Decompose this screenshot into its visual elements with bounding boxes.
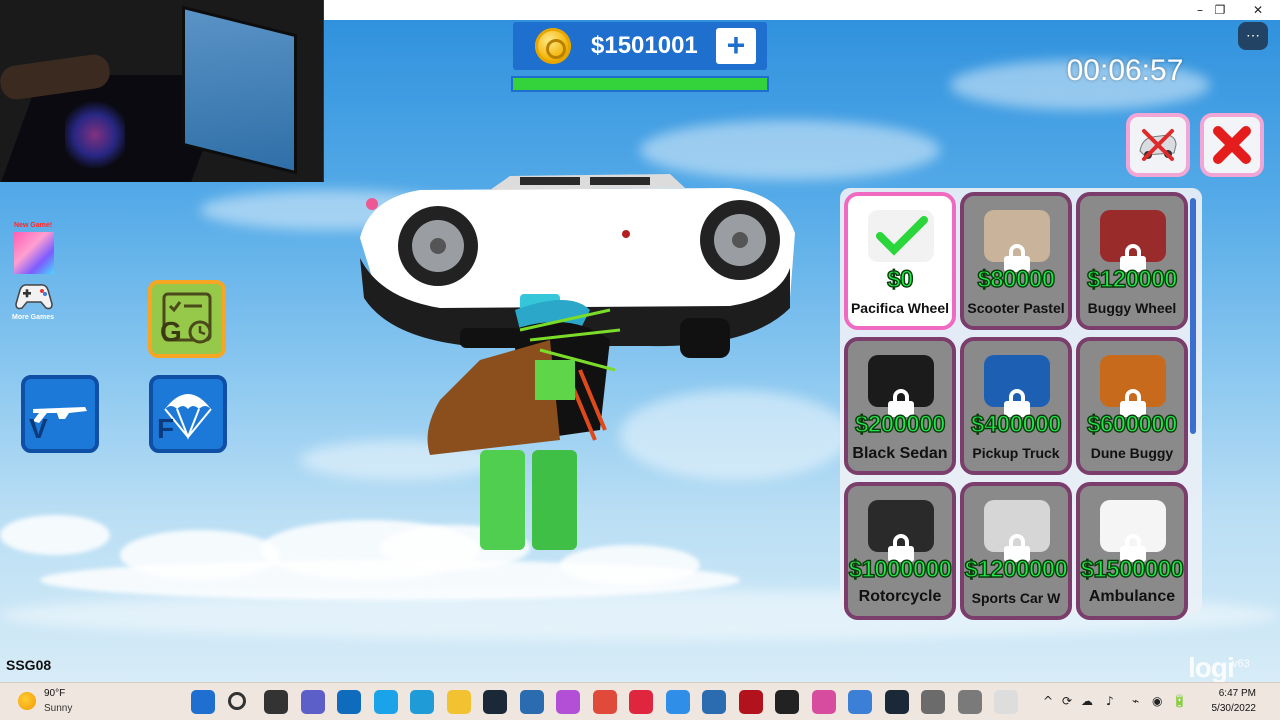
shop-item-card[interactable]: $600000 Dune Buggy [1076, 337, 1188, 475]
notepad-icon[interactable] [848, 690, 872, 714]
weather-description[interactable]: Sunny [44, 703, 72, 714]
parachute-button[interactable]: F [149, 375, 227, 453]
taskbar: 90°F Sunny ^ ⟳ ☁ ♪ ⌁ ◉ 🔋 6:47 PM 5/30/2022 [0, 682, 1280, 720]
webcam-overlay [0, 0, 324, 182]
file-explorer-icon[interactable] [447, 690, 471, 714]
item-price: $1000000 [848, 555, 952, 583]
item-price: $0 [886, 265, 914, 293]
gamepass-button[interactable]: G [148, 280, 226, 358]
clock-time[interactable]: 6:47 PM [1206, 688, 1256, 699]
shop-item-card[interactable]: $400000 Pickup Truck [960, 337, 1072, 475]
outlook-icon[interactable] [337, 690, 361, 714]
dropbox-icon[interactable] [666, 690, 690, 714]
item-price: $1200000 [964, 555, 1068, 583]
weather-temperature[interactable]: 90°F [44, 688, 65, 699]
item-price: $80000 [977, 265, 1056, 293]
shop-item-card[interactable]: $1500000 Ambulance [1076, 482, 1188, 620]
item-price: $600000 [1086, 410, 1178, 438]
task-view-icon[interactable] [264, 690, 288, 714]
shop-item-card[interactable]: $200000 Black Sedan [844, 337, 956, 475]
player-avatar [427, 294, 621, 550]
gamepad-icon[interactable] [14, 282, 54, 312]
item-name: Buggy Wheel [1087, 300, 1177, 316]
coin-icon [535, 28, 571, 64]
shop-item-card[interactable]: $0 Pacifica Wheel [844, 192, 956, 330]
chrome-icon[interactable] [593, 690, 617, 714]
shop-item-card[interactable]: $80000 Scooter Pastel [960, 192, 1072, 330]
store-icon[interactable] [520, 690, 544, 714]
progress-bar [511, 76, 769, 92]
item-price: $1500000 [1080, 555, 1184, 583]
sun-icon[interactable] [18, 692, 36, 710]
edge-icon[interactable] [410, 690, 434, 714]
check-icon [876, 216, 928, 256]
gamepass-key-label: G [160, 316, 182, 347]
tray-icon[interactable]: ⟳ [1062, 694, 1072, 708]
game-timer: 00:06:57 [1066, 54, 1184, 87]
item-name: Dune Buggy [1090, 445, 1174, 461]
close-shop-button[interactable] [1200, 113, 1264, 177]
money-panel: $1501001 + [513, 22, 767, 70]
item-name: Black Sedan [852, 445, 948, 462]
new-game-thumbnail[interactable] [14, 232, 54, 274]
clock-date[interactable]: 5/30/2022 [1196, 703, 1257, 714]
item-name: Rotorcycle [858, 588, 942, 605]
tray-icon[interactable]: 🔋 [1172, 694, 1187, 708]
parachute-key-label: F [157, 413, 175, 444]
item-price: $200000 [854, 410, 946, 438]
car-remove-icon [1139, 129, 1177, 161]
skype-icon[interactable] [374, 690, 398, 714]
chat-icon[interactable]: ⋯ [1238, 22, 1268, 50]
search-icon[interactable] [228, 692, 246, 710]
steam-icon[interactable] [483, 690, 507, 714]
shop-item-card[interactable]: $1200000 Sports Car W [960, 482, 1072, 620]
remove-car-button[interactable] [1126, 113, 1190, 177]
version-label: v63 [1232, 658, 1250, 670]
more-games-label: More Games [11, 314, 55, 321]
server-name: SSG08 [6, 657, 52, 673]
close-icon [1213, 126, 1251, 164]
window-title-bar: – ❐ ✕ [324, 0, 1280, 20]
mouse-app-icon[interactable] [958, 690, 982, 714]
app-red-icon[interactable] [739, 690, 763, 714]
item-name: Pacifica Wheel [850, 300, 950, 316]
item-name: Ambulance [1088, 588, 1176, 605]
item-price: $120000 [1086, 265, 1178, 293]
weapon-key-label: V [29, 413, 48, 444]
add-money-button[interactable]: + [716, 28, 756, 64]
app-pink-icon[interactable] [812, 690, 836, 714]
tray-icon[interactable]: ⌁ [1132, 694, 1139, 708]
tray-icon[interactable]: ^ [1043, 694, 1053, 708]
tray-icon[interactable]: ◉ [1152, 694, 1162, 708]
app-purple-icon[interactable] [556, 690, 580, 714]
tray-icon[interactable]: ☁ [1081, 694, 1093, 708]
start-icon[interactable] [191, 690, 215, 714]
close-window-button[interactable]: ✕ [1238, 0, 1278, 20]
clock-app-icon[interactable] [921, 690, 945, 714]
money-value: $1501001 [591, 32, 698, 59]
new-game-label: New Game! [13, 222, 53, 229]
maximize-button[interactable]: ❐ [1200, 0, 1240, 20]
shop-scrollbar[interactable] [1190, 198, 1196, 434]
item-price: $400000 [970, 410, 1062, 438]
item-name: Pickup Truck [972, 445, 1060, 461]
shop-item-card[interactable]: $1000000 Rotorcycle [844, 482, 956, 620]
mail-icon[interactable] [702, 690, 726, 714]
teams-icon[interactable] [301, 690, 325, 714]
logi-watermark: logi [1188, 652, 1235, 683]
item-name: Sports Car W [971, 590, 1061, 606]
roblox-studio-icon[interactable] [775, 690, 799, 714]
item-name: Scooter Pastel [967, 300, 1065, 316]
tray-icon[interactable]: ♪ [1106, 694, 1114, 708]
steam-2-icon[interactable] [885, 690, 909, 714]
health-icon[interactable] [629, 690, 653, 714]
weapon-button[interactable]: V [21, 375, 99, 453]
progress-fill [513, 78, 767, 90]
roblox-icon[interactable] [994, 690, 1018, 714]
shop-item-card[interactable]: $120000 Buggy Wheel [1076, 192, 1188, 330]
